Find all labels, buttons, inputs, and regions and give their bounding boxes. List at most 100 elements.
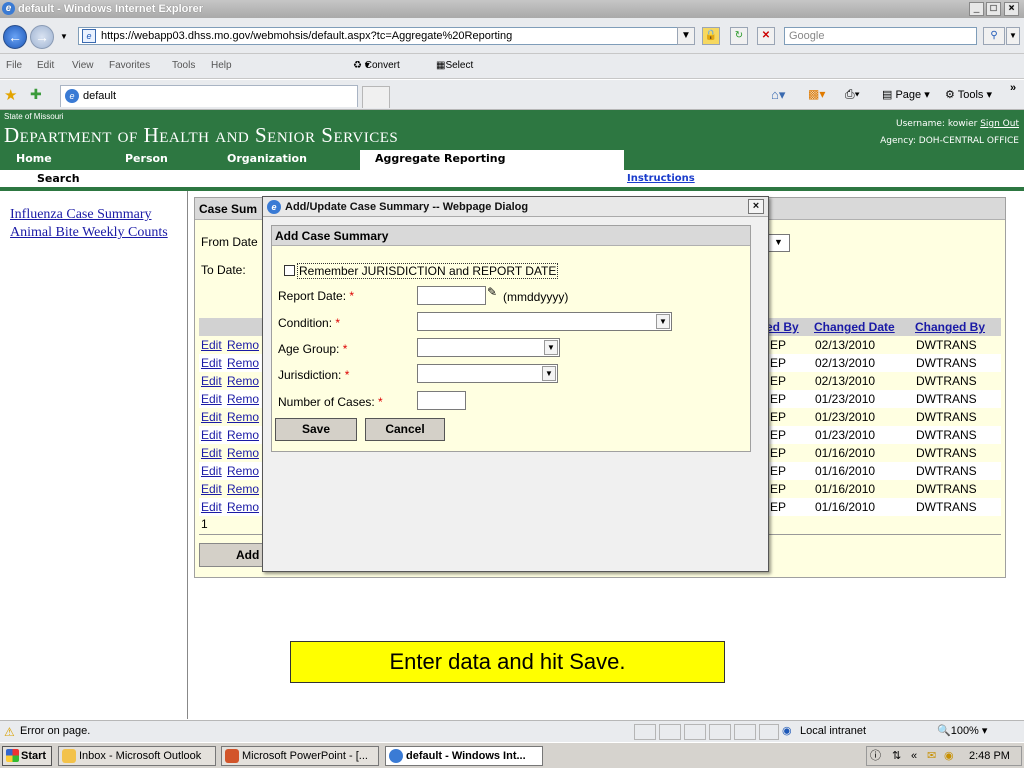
nav-home[interactable]: Home [16,152,52,165]
edit-link[interactable]: Edit [201,408,222,426]
table-cell-changed-date: 02/13/2010 [815,356,876,370]
refresh-icon[interactable]: ↻ [730,27,748,45]
search-icon[interactable]: ⚲ [983,27,1005,45]
remove-link[interactable]: Remo [227,408,259,426]
edit-link[interactable]: Edit [201,372,222,390]
influenza-case-summary-link[interactable]: Influenza Case Summary [10,206,168,224]
zoom-level[interactable]: 🔍100% ▾ [937,721,987,741]
back-arrow-icon[interactable]: ← [3,25,27,49]
add-button[interactable]: Add [199,543,263,567]
calendar-icon[interactable]: ✎ [487,285,497,299]
filter-select[interactable]: ▼ [768,234,790,252]
window-title-bar: e default - Windows Internet Explorer _ … [0,0,1024,18]
more-chevron-icon[interactable]: » [1010,82,1016,94]
status-message[interactable]: Error on page. [20,721,90,741]
remove-link[interactable]: Remo [227,372,259,390]
edit-link[interactable]: Edit [201,480,222,498]
tools-menu-button[interactable]: ⚙ Tools ▾ [945,88,992,101]
forward-arrow-icon[interactable]: → [30,25,54,49]
dialog-title: Add/Update Case Summary -- Webpage Dialo… [285,201,529,213]
close-window-button[interactable]: × [1004,2,1019,16]
edit-link[interactable]: Edit [201,390,222,408]
table-cell-changed-by: DWTRANS [916,428,977,442]
save-button[interactable]: Save [275,418,357,441]
edit-link[interactable]: Edit [201,354,222,372]
edit-link[interactable]: Edit [201,336,222,354]
start-button[interactable]: Start [2,746,52,766]
table-cell-by: EP [770,482,787,496]
condition-select[interactable]: ▼ [417,312,672,331]
agency: DOH-CENTRAL OFFICE [918,136,1019,146]
edit-link[interactable]: Edit [201,426,222,444]
expand-tray-icon[interactable]: « [911,747,917,765]
age-group-select[interactable]: ▼ [417,338,560,357]
menu-help[interactable]: Help [211,54,232,78]
ie-logo-icon: e [2,2,15,15]
warning-icon[interactable]: ⚠ [4,722,15,742]
new-tab-button[interactable] [362,86,390,108]
address-dropdown-icon[interactable]: ▼ [677,27,695,45]
edit-link[interactable]: Edit [201,444,222,462]
network-icon[interactable]: ⇅ [892,747,901,765]
outlook-tray-icon[interactable]: ◉ [944,747,954,765]
report-date-field[interactable] [417,286,486,305]
instruction-callout: Enter data and hit Save. [290,641,725,683]
menu-tools[interactable]: Tools [172,54,195,78]
nav-aggregate-reporting[interactable]: Aggregate Reporting [360,150,624,170]
menu-edit[interactable]: Edit [37,54,54,78]
search-options-icon[interactable]: ▼ [1006,27,1020,45]
taskbar-internet-explorer[interactable]: default - Windows Int... [385,746,543,766]
favorites-star-icon[interactable]: ★ [4,86,17,104]
help-icon[interactable]: ⓘ [870,747,881,765]
add-favorite-icon[interactable]: ✚ [30,86,42,103]
site-header: State of Missouri Department of Health a… [0,110,1024,170]
column-header-changed-date[interactable]: Changed Date [814,320,895,334]
stop-icon[interactable]: ✕ [757,27,775,45]
maximize-button[interactable]: □ [986,2,1001,16]
nav-person[interactable]: Person [125,152,168,165]
page-number[interactable]: 1 [201,517,208,531]
remove-link[interactable]: Remo [227,390,259,408]
convert-button[interactable]: ♻ Convert ▾ [353,54,400,78]
remove-link[interactable]: Remo [227,498,259,516]
home-icon[interactable]: ⌂▾ [771,87,785,103]
mail-icon[interactable]: ✉ [927,747,936,765]
select-button[interactable]: ▦ Select [436,54,473,78]
animal-bite-weekly-counts-link[interactable]: Animal Bite Weekly Counts [10,224,168,242]
number-of-cases-field[interactable] [417,391,466,410]
remove-link[interactable]: Remo [227,480,259,498]
column-header-by[interactable]: ed By [766,320,799,334]
remove-link[interactable]: Remo [227,462,259,480]
remove-link[interactable]: Remo [227,354,259,372]
menu-view[interactable]: View [72,54,94,78]
column-header-changed-by[interactable]: Changed By [915,320,985,334]
edit-link[interactable]: Edit [201,498,222,516]
tab-default[interactable]: e default [60,85,358,107]
subnav-search[interactable]: Search [37,172,80,185]
lock-icon[interactable]: 🔒 [702,27,720,45]
edit-link[interactable]: Edit [201,462,222,480]
remove-link[interactable]: Remo [227,426,259,444]
menu-file[interactable]: File [6,54,22,78]
remove-link[interactable]: Remo [227,336,259,354]
cancel-button[interactable]: Cancel [365,418,445,441]
jurisdiction-select[interactable]: ▼ [417,364,558,383]
history-dropdown-icon[interactable]: ▼ [60,32,68,41]
menu-favorites[interactable]: Favorites [109,54,150,78]
remember-checkbox[interactable] [284,265,295,276]
search-input[interactable]: Google [784,27,977,45]
remove-link[interactable]: Remo [227,444,259,462]
sign-out-link[interactable]: Sign Out [980,119,1019,129]
instructions-link[interactable]: Instructions [627,173,695,184]
table-cell-changed-by: DWTRANS [916,338,977,352]
page-menu-button[interactable]: ▤ Page ▾ [882,88,930,101]
taskbar-powerpoint[interactable]: Microsoft PowerPoint - [... [221,746,379,766]
nav-organization[interactable]: Organization [227,152,307,165]
address-input[interactable]: e https://webapp03.dhss.mo.gov/webmohsis… [78,27,695,45]
minimize-button[interactable]: _ [969,2,984,16]
add-case-summary-form: Add Case Summary Remember JURISDICTION a… [271,225,751,452]
feeds-icon[interactable]: ▩▾ [808,87,825,101]
taskbar-outlook[interactable]: Inbox - Microsoft Outlook [58,746,216,766]
print-icon[interactable]: ⎙▾ [845,87,860,102]
dialog-close-button[interactable]: × [748,199,764,214]
